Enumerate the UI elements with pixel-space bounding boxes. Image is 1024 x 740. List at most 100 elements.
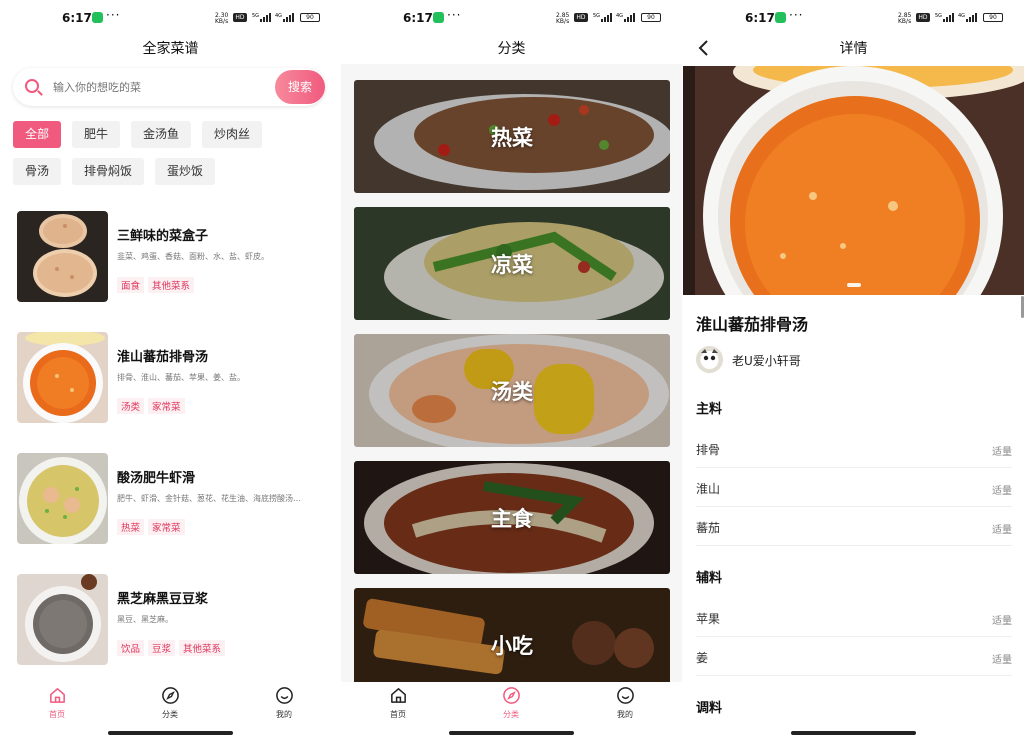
recipe-image (17, 453, 108, 544)
category-label: 小吃 (491, 633, 533, 658)
chip-rib-rice[interactable]: 排骨焖饭 (72, 158, 145, 185)
hd-badge: HD (916, 13, 930, 22)
category-card-snack[interactable]: 小吃 (354, 588, 670, 682)
section-main: 主料 (696, 402, 723, 417)
category-card-soup[interactable]: 汤类 (354, 334, 670, 447)
svg-text:5G: 5G (252, 13, 259, 19)
ingredient-amount: 适量 (992, 525, 1012, 536)
tab-home[interactable]: 首页 (368, 686, 428, 720)
smile-icon (616, 687, 634, 704)
category-card-hot[interactable]: 热菜 (354, 80, 670, 193)
recipe-ingredients: 排骨、淮山、蕃茄、苹果、姜、盐。 (117, 373, 245, 382)
ingredient-amount: 适量 (992, 655, 1012, 666)
ingredient-row: 姜 适量 (696, 637, 1012, 676)
author-name: 老U爱小轩哥 (732, 354, 801, 368)
tab-label: 首页 (49, 710, 65, 719)
tab-label: 首页 (390, 710, 406, 719)
ingredient-row: 排骨 适量 (696, 429, 1012, 468)
list-item[interactable]: 酸汤肥牛虾滑 肥牛、虾滑、金针菇、葱花、花生油、海底捞酸汤… 热菜 家常菜 (17, 453, 327, 545)
tag: 其他菜系 (179, 640, 226, 656)
tag: 饮品 (117, 640, 145, 656)
svg-text:4G: 4G (275, 13, 282, 19)
list-item[interactable]: 黑芝麻黑豆豆浆 黑豆、黑芝麻。 饮品 豆浆 其他菜系 (17, 574, 327, 666)
ingredient-name: 排骨 (696, 443, 721, 457)
page-title: 详情 (839, 41, 868, 57)
chip-beef[interactable]: 肥牛 (72, 121, 121, 148)
page-title: 分类 (497, 41, 526, 57)
list-item[interactable]: 淮山蕃茄排骨汤 排骨、淮山、蕃茄、苹果、姜、盐。 汤类 家常菜 (17, 332, 327, 424)
chip-all[interactable]: 全部 (13, 121, 62, 148)
gesture-bar (108, 731, 233, 735)
recipe-tags: 面食 其他菜系 (117, 274, 198, 293)
category-label: 主食 (491, 506, 533, 531)
network-speed: 2.30 KB/s (215, 12, 229, 25)
battery-icon: 90 (300, 13, 320, 22)
tag: 豆浆 (148, 640, 176, 656)
ingredient-name: 淮山 (696, 482, 721, 496)
gesture-bar (791, 731, 916, 735)
signal-4g-icon: 4G (958, 13, 977, 22)
home-screen: 6:17 ··· 2.30 KB/s HD 5G 4G 90 全家菜谱 搜索 全… (0, 0, 341, 740)
tab-mine[interactable]: 我的 (254, 686, 314, 720)
search-bar: 搜索 (13, 68, 325, 106)
recipe-image (17, 332, 108, 423)
wechat-icon (433, 12, 444, 23)
chip-bone-soup[interactable]: 骨汤 (13, 158, 62, 185)
recipe-ingredients: 韭菜、鸡蛋、香菇、面粉、水、盐、虾皮。 (117, 252, 269, 261)
detail-screen: 6:17 ··· 2.85 KB/s HD 5G 4G 90 详情 淮山蕃茄排骨… (683, 0, 1024, 740)
recipe-tags: 热菜 家常菜 (117, 516, 189, 535)
recipe-name: 黑芝麻黑豆豆浆 (117, 592, 209, 607)
ingredient-amount: 适量 (992, 486, 1012, 497)
ingredient-name: 苹果 (696, 612, 721, 626)
tag: 面食 (117, 277, 145, 293)
category-card-staple[interactable]: 主食 (354, 461, 670, 574)
home-icon (49, 688, 65, 703)
recipe-ingredients: 黑豆、黑芝麻。 (117, 615, 173, 624)
category-card-cold[interactable]: 凉菜 (354, 207, 670, 320)
dish-image (683, 66, 1024, 295)
search-button[interactable]: 搜索 (275, 70, 325, 104)
hd-badge: HD (233, 13, 247, 22)
recipe-ingredients: 肥牛、虾滑、金针菇、葱花、花生油、海底捞酸汤… (117, 494, 301, 503)
home-icon (390, 688, 406, 703)
recipe-tags: 饮品 豆浆 其他菜系 (117, 637, 229, 656)
recipe-tags: 汤类 家常菜 (117, 395, 189, 414)
dish-title: 淮山蕃茄排骨汤 (696, 315, 809, 334)
more-notifications-icon: ··· (447, 8, 462, 22)
tab-mine[interactable]: 我的 (595, 686, 655, 720)
signal-4g-icon: 4G (275, 13, 294, 22)
compass-icon (502, 687, 520, 704)
signal-5g-icon: 5G (593, 13, 612, 22)
wechat-icon (92, 12, 103, 23)
ingredient-amount: 适量 (992, 616, 1012, 627)
hd-badge: HD (574, 13, 588, 22)
signal-4g-icon: 4G (616, 13, 635, 22)
search-input[interactable] (53, 77, 253, 97)
network-speed: 2.85 KB/s (556, 12, 570, 25)
tab-label: 我的 (617, 710, 633, 719)
tab-label: 我的 (276, 710, 292, 719)
recipe-name: 淮山蕃茄排骨汤 (117, 350, 209, 365)
tab-label: 分类 (503, 710, 519, 719)
tab-home[interactable]: 首页 (27, 686, 87, 720)
category-label: 汤类 (491, 379, 533, 404)
status-bar: 6:17 ··· 2.30 KB/s HD 5G 4G 90 (0, 0, 341, 34)
chip-fish-soup[interactable]: 金汤鱼 (131, 121, 192, 148)
svg-text:5G: 5G (935, 13, 942, 19)
recipe-image (17, 574, 108, 665)
recipe-name: 酸汤肥牛虾滑 (117, 471, 196, 486)
tab-label: 分类 (162, 710, 178, 719)
list-item[interactable]: 三鲜味的菜盒子 韭菜、鸡蛋、香菇、面粉、水、盐、虾皮。 面食 其他菜系 (17, 211, 327, 303)
chip-shredded-pork[interactable]: 炒肉丝 (202, 121, 263, 148)
tab-category[interactable]: 分类 (481, 686, 541, 720)
tag: 其他菜系 (148, 277, 195, 293)
tab-category[interactable]: 分类 (140, 686, 200, 720)
chip-egg-fried-rice[interactable]: 蛋炒饭 (155, 158, 216, 185)
recipe-name: 三鲜味的菜盒子 (117, 229, 209, 244)
section-seasoning: 调料 (696, 701, 723, 716)
svg-text:4G: 4G (958, 13, 965, 19)
compass-icon (161, 687, 179, 704)
ingredient-amount: 适量 (992, 447, 1012, 458)
tag: 家常菜 (148, 398, 185, 414)
battery-icon: 90 (641, 13, 661, 22)
